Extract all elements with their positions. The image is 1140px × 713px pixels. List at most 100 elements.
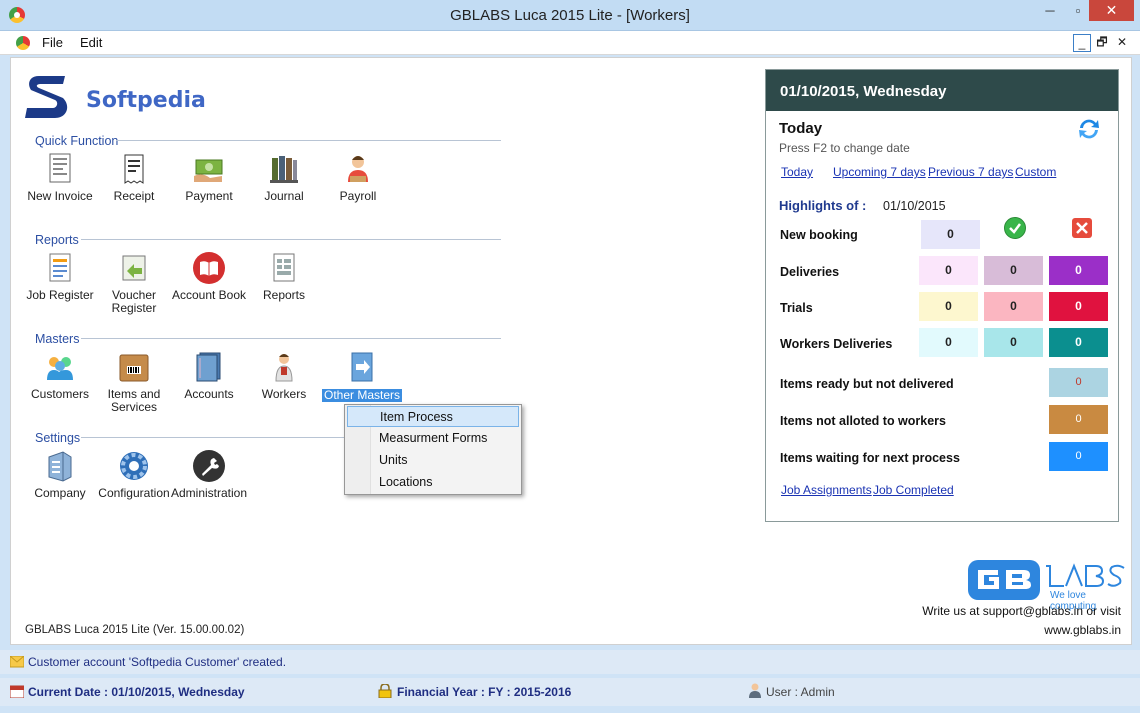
- tile-label: Voucher Register: [111, 288, 157, 315]
- payroll-icon: [341, 152, 375, 186]
- context-item-locations[interactable]: Locations: [347, 472, 519, 493]
- title-bar: GBLABS Luca 2015 Lite - [Workers] ─ ▫ ✕: [0, 0, 1140, 31]
- tile-label: Customers: [30, 387, 89, 401]
- workers-deliveries-cancelled-count[interactable]: 0: [1049, 328, 1108, 357]
- contact-text: Write us at support@gblabs.in or visit: [922, 604, 1121, 618]
- context-item-measurment-forms[interactable]: Measurment Forms: [347, 428, 519, 449]
- items-services-icon: [117, 350, 151, 384]
- financial-year-status: Financial Year : FY : 2015-2016: [397, 685, 572, 699]
- refresh-icon[interactable]: [1076, 116, 1102, 142]
- row-label-items-not-alloted: Items not alloted to workers: [780, 414, 947, 428]
- logo-text: Softpedia: [86, 88, 206, 113]
- close-button[interactable]: ✕: [1089, 0, 1134, 21]
- tile-label: Other Masters: [321, 388, 403, 402]
- tile-receipt[interactable]: Receipt: [95, 152, 173, 203]
- section-divider: [116, 140, 501, 141]
- tile-payroll[interactable]: Payroll: [319, 152, 397, 203]
- check-icon: [1004, 217, 1026, 239]
- gear-icon: [117, 449, 151, 483]
- tile-workers[interactable]: Workers: [245, 350, 323, 401]
- items-ready-count[interactable]: 0: [1049, 368, 1108, 397]
- workers-icon: [267, 350, 301, 384]
- link-job-assignments[interactable]: Job Assignments: [781, 483, 872, 497]
- accounts-icon: [192, 350, 226, 384]
- menu-bar: File Edit _ 🗗 ✕: [0, 31, 1140, 55]
- company-icon: [43, 449, 77, 483]
- tile-new-invoice[interactable]: New Invoice: [21, 152, 99, 203]
- tile-label: Journal: [264, 189, 304, 203]
- envelope-icon: [10, 656, 24, 668]
- deliveries-done-count[interactable]: 0: [984, 256, 1043, 285]
- tile-configuration[interactable]: Configuration: [95, 449, 173, 500]
- tile-reports[interactable]: Reports: [245, 251, 323, 302]
- info-status-bar: Current Date : 01/10/2015, Wednesday Fin…: [0, 678, 1140, 706]
- row-label-workers-deliveries: Workers Deliveries: [780, 337, 893, 351]
- tile-label: Job Register: [26, 288, 94, 302]
- section-divider: [81, 338, 501, 339]
- cross-icon: [1072, 218, 1092, 238]
- tile-label: New Invoice: [27, 189, 93, 203]
- tile-items-and-services[interactable]: Items and Services: [95, 350, 173, 414]
- new-booking-count[interactable]: 0: [921, 220, 980, 249]
- app-menu-icon[interactable]: [16, 36, 30, 50]
- tile-company[interactable]: Company: [21, 449, 99, 500]
- version-label: GBLABS Luca 2015 Lite (Ver. 15.00.00.02): [25, 624, 245, 636]
- website-text: www.gblabs.in: [1044, 623, 1121, 637]
- main-workspace: Softpedia Quick Function New Invoice Rec…: [10, 57, 1132, 645]
- row-label-items-ready: Items ready but not delivered: [780, 377, 954, 391]
- invoice-icon: [43, 152, 77, 186]
- other-masters-icon: [345, 350, 379, 384]
- section-title-reports: Reports: [35, 233, 79, 247]
- context-item-item-process[interactable]: Item Process: [347, 406, 519, 427]
- receipt-icon: [117, 152, 151, 186]
- items-not-alloted-count[interactable]: 0: [1049, 405, 1108, 434]
- voucher-register-icon: [117, 251, 151, 285]
- link-job-completed[interactable]: Job Completed: [873, 483, 954, 497]
- user-icon: [749, 683, 761, 698]
- deliveries-pending-count[interactable]: 0: [919, 256, 978, 285]
- menu-edit[interactable]: Edit: [80, 35, 102, 50]
- mdi-restore-button[interactable]: 🗗: [1093, 34, 1111, 52]
- user-status: User : Admin: [766, 685, 835, 699]
- minimize-button[interactable]: ─: [1036, 0, 1064, 22]
- section-divider: [81, 437, 344, 438]
- menu-file[interactable]: File: [42, 35, 63, 50]
- link-upcoming-7-days[interactable]: Upcoming 7 days: [833, 165, 926, 179]
- mdi-close-button[interactable]: ✕: [1113, 34, 1131, 52]
- tile-account-book[interactable]: Account Book: [170, 251, 248, 302]
- workers-deliveries-done-count[interactable]: 0: [984, 328, 1043, 357]
- highlights-label: Highlights of :: [779, 198, 867, 213]
- tile-label: Administration: [170, 486, 248, 500]
- calendar-icon: [10, 685, 24, 698]
- tile-label: Receipt: [113, 189, 155, 203]
- customers-icon: [43, 350, 77, 384]
- tile-job-register[interactable]: Job Register: [21, 251, 99, 302]
- maximize-button[interactable]: ▫: [1064, 0, 1092, 22]
- workers-deliveries-pending-count[interactable]: 0: [919, 328, 978, 357]
- tile-customers[interactable]: Customers: [21, 350, 99, 401]
- tile-label: Account Book: [171, 288, 247, 302]
- tile-administration[interactable]: Administration: [170, 449, 248, 500]
- other-masters-context-menu: Item Process Measurment Forms Units Loca…: [344, 404, 522, 495]
- tile-accounts[interactable]: Accounts: [170, 350, 248, 401]
- context-item-units[interactable]: Units: [347, 450, 519, 471]
- trials-cancelled-count[interactable]: 0: [1049, 292, 1108, 321]
- items-waiting-count[interactable]: 0: [1049, 442, 1108, 471]
- link-previous-7-days[interactable]: Previous 7 days: [928, 165, 1013, 179]
- tile-label: Accounts: [184, 387, 234, 401]
- payment-icon: [192, 152, 226, 186]
- tile-other-masters[interactable]: Other Masters: [319, 350, 405, 402]
- trials-pending-count[interactable]: 0: [919, 292, 978, 321]
- tile-journal[interactable]: Journal: [245, 152, 323, 203]
- window-title: GBLABS Luca 2015 Lite - [Workers]: [450, 7, 690, 24]
- row-label-trials: Trials: [780, 301, 813, 315]
- mdi-minimize-button[interactable]: _: [1073, 34, 1091, 52]
- link-today[interactable]: Today: [781, 165, 813, 179]
- tile-payment[interactable]: Payment: [170, 152, 248, 203]
- tile-voucher-register[interactable]: Voucher Register: [95, 251, 173, 315]
- reports-icon: [267, 251, 301, 285]
- link-custom[interactable]: Custom: [1015, 165, 1056, 179]
- deliveries-cancelled-count[interactable]: 0: [1049, 256, 1108, 285]
- row-label-items-waiting: Items waiting for next process: [780, 451, 960, 465]
- trials-done-count[interactable]: 0: [984, 292, 1043, 321]
